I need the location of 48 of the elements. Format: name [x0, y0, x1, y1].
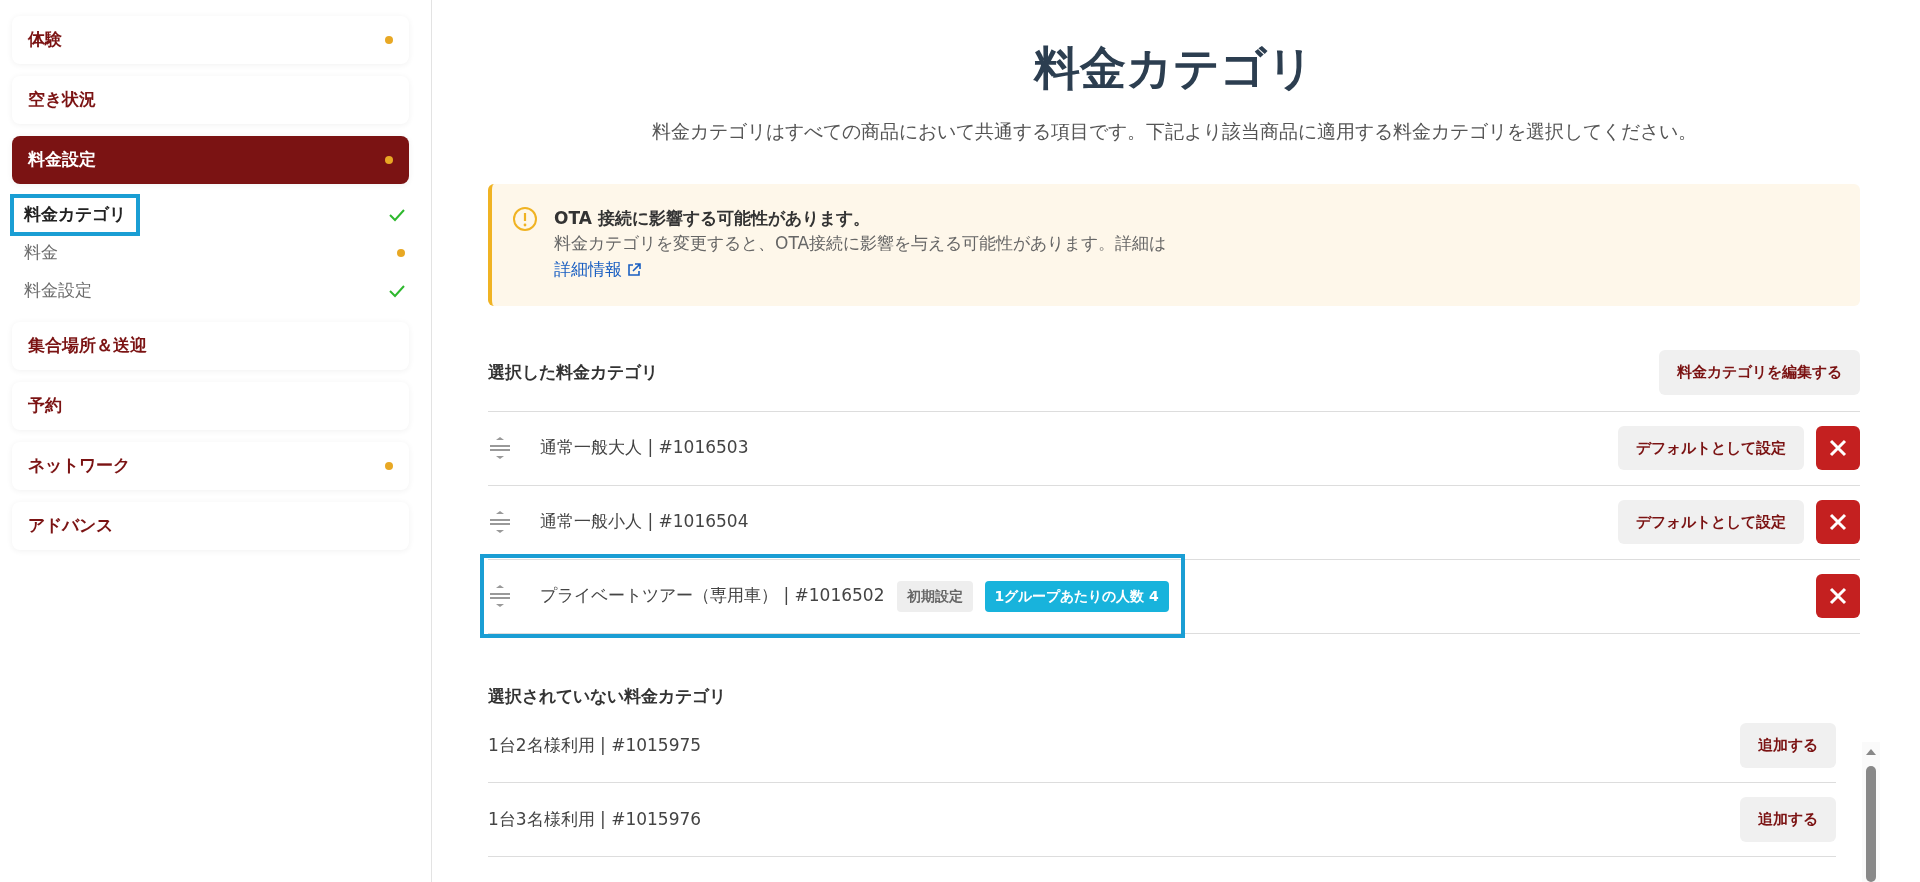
- sidebar-item-label: 空き状況: [28, 88, 96, 112]
- set-default-button[interactable]: デフォルトとして設定: [1618, 499, 1804, 545]
- sidebar-item[interactable]: 集合場所＆送迎: [12, 322, 409, 370]
- sidebar-item-label: 体験: [28, 28, 62, 52]
- sidebar-item-label: 予約: [28, 394, 62, 418]
- add-button[interactable]: 追加する: [1740, 723, 1836, 768]
- drag-handle-icon[interactable]: [488, 511, 512, 533]
- sidebar-item[interactable]: 体験: [12, 16, 409, 64]
- scrollbar[interactable]: [1862, 742, 1880, 882]
- external-link-icon: [627, 263, 642, 277]
- scrollbar-thumb[interactable]: [1866, 766, 1876, 882]
- sidebar-item-label: 集合場所＆送迎: [28, 334, 147, 358]
- sidebar-item[interactable]: アドバンス: [12, 502, 409, 550]
- category-tag: 1グループあたりの人数 4: [984, 580, 1169, 612]
- page-title: 料金カテゴリ: [1032, 40, 1315, 97]
- remove-button[interactable]: [1816, 574, 1860, 618]
- category-name: 通常一般小人 | #1016504: [540, 510, 749, 534]
- sidebar-item-label: ネットワーク: [28, 454, 130, 478]
- category-name: 1台2名様利用 | #1015975: [488, 733, 702, 757]
- drag-handle-icon[interactable]: [488, 585, 512, 607]
- warning-icon: [512, 205, 538, 232]
- sidebar-item[interactable]: 空き状況: [12, 76, 409, 124]
- sidebar-item[interactable]: 予約: [12, 382, 409, 430]
- category-tag: 初期設定: [896, 580, 973, 612]
- add-button[interactable]: 追加する: [1740, 797, 1836, 842]
- remove-button[interactable]: [1816, 500, 1860, 544]
- section-heading: 選択されていない料金カテゴリ: [488, 684, 727, 708]
- sidebar-item[interactable]: ネットワーク: [12, 442, 409, 490]
- sidebar-subitem[interactable]: 料金設定: [14, 274, 102, 308]
- sidebar-item-label: アドバンス: [28, 514, 113, 538]
- edit-categories-button[interactable]: 料金カテゴリを編集する: [1659, 350, 1860, 395]
- category-name: プライベートツアー（専用車） | #1016502: [540, 584, 885, 608]
- set-default-button[interactable]: デフォルトとして設定: [1618, 425, 1804, 471]
- sidebar-item[interactable]: 料金設定: [12, 136, 409, 184]
- section-heading: 選択した料金カテゴリ: [488, 360, 658, 384]
- close-icon: [1829, 439, 1847, 457]
- close-icon: [1829, 513, 1847, 531]
- category-name: 通常一般大人 | #1016503: [540, 436, 749, 460]
- sidebar-item-label: 料金設定: [28, 148, 96, 172]
- close-icon: [1829, 587, 1847, 605]
- category-name: 1台3名様利用 | #1015976: [488, 807, 702, 831]
- sidebar-subitem[interactable]: 料金: [14, 236, 68, 270]
- alert-title: OTA 接続に影響する可能性があります。: [554, 206, 871, 230]
- drag-handle-icon[interactable]: [488, 437, 512, 459]
- alert-text: 料金カテゴリを変更すると、OTA接続に影響を与える可能性があります。詳細は: [554, 232, 1167, 255]
- remove-button[interactable]: [1816, 426, 1860, 470]
- page-subtitle: 料金カテゴリはすべての商品において共通する項目です。下記より該当商品に適用する料金カテゴリを選択してください。: [650, 119, 1698, 144]
- details-link[interactable]: 詳細情報: [554, 258, 622, 279]
